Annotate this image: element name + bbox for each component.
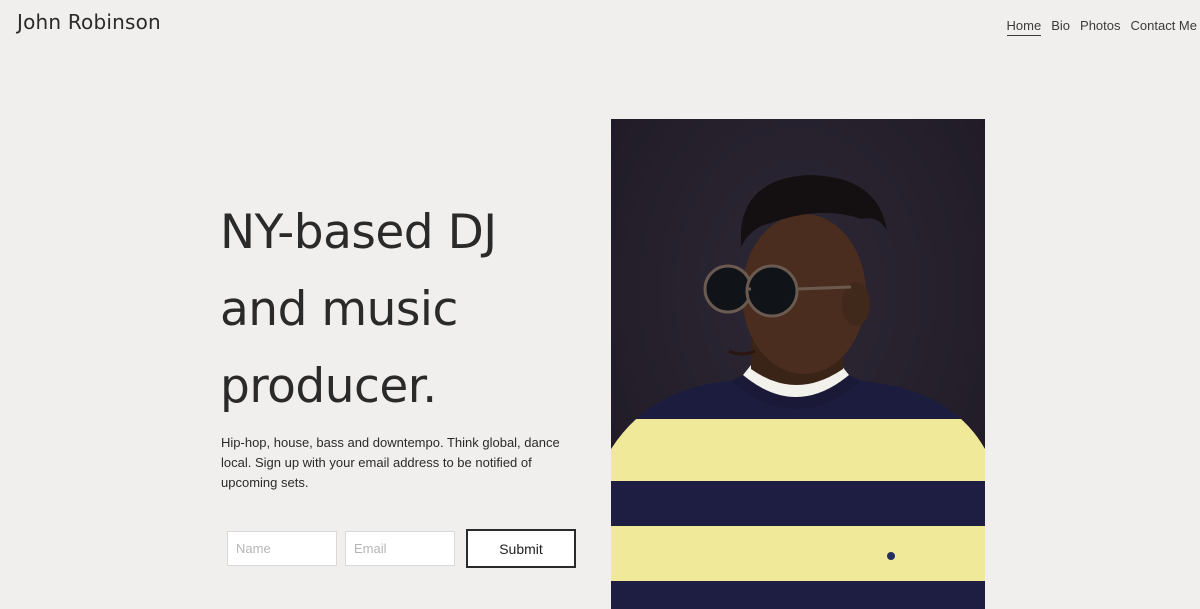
- dj-portrait-photo: [611, 119, 985, 609]
- site-title[interactable]: John Robinson: [17, 10, 161, 34]
- name-input[interactable]: [227, 531, 337, 566]
- submit-button[interactable]: Submit: [466, 529, 576, 568]
- hero-headline-line: and music: [220, 282, 458, 337]
- email-input[interactable]: [345, 531, 455, 566]
- nav-item-bio[interactable]: Bio: [1051, 18, 1070, 36]
- main-nav: Home Bio Photos Contact Me: [1006, 18, 1197, 36]
- hero-headline: NY-based DJ and music producer.: [220, 194, 580, 425]
- signup-form: Submit: [227, 529, 576, 568]
- nav-item-home[interactable]: Home: [1006, 18, 1042, 36]
- hero-headline-line: producer.: [220, 359, 437, 414]
- nav-item-photos[interactable]: Photos: [1080, 18, 1120, 36]
- hero-description-line: Hip-hop, house, bass and downtempo. Thin…: [221, 435, 560, 450]
- hero-description-line: local. Sign up with your email address t…: [221, 455, 532, 470]
- hero-headline-line: NY-based DJ: [220, 205, 497, 260]
- hero-description-line: upcoming sets.: [221, 475, 309, 490]
- hero-description: Hip-hop, house, bass and downtempo. Thin…: [221, 433, 581, 493]
- portrait-illustration: [611, 119, 985, 609]
- nav-item-contact-me[interactable]: Contact Me: [1131, 18, 1197, 36]
